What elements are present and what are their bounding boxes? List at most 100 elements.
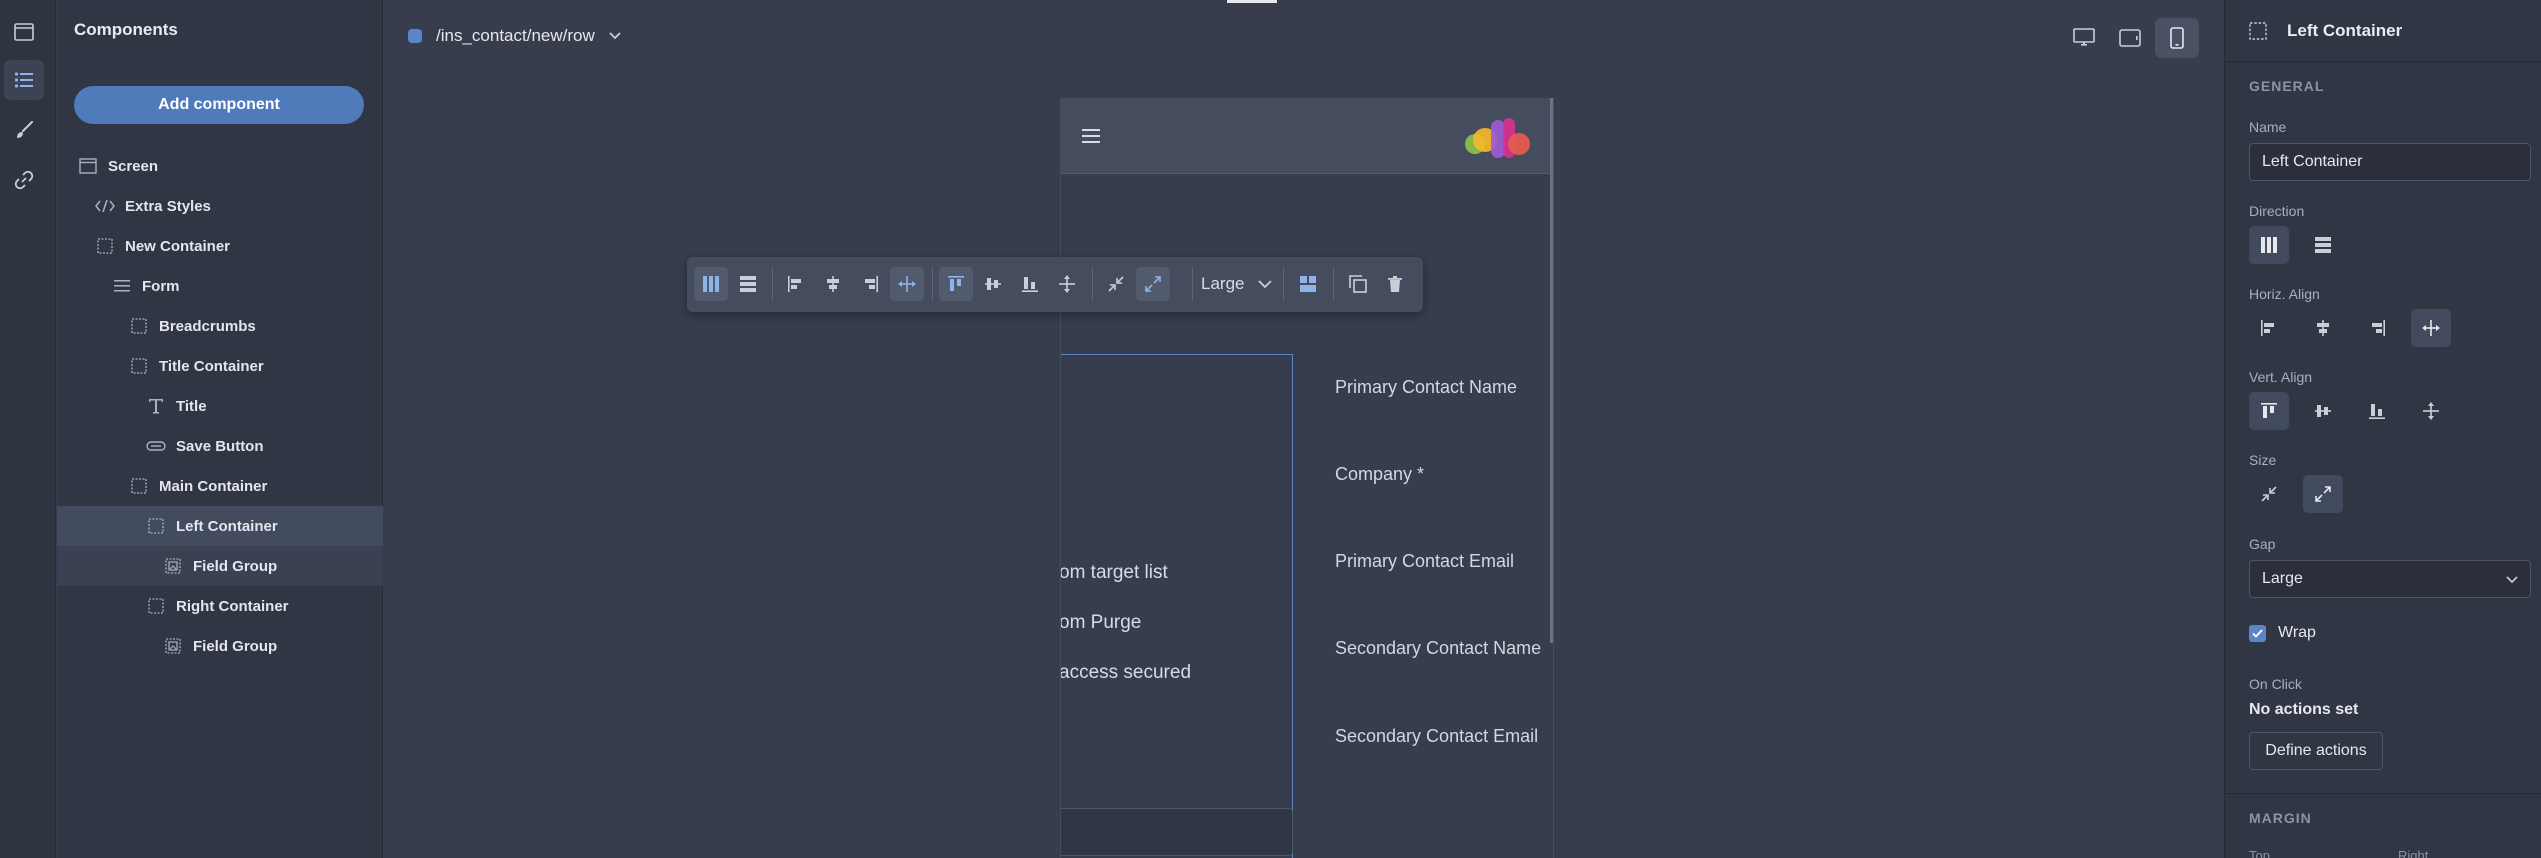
tree-item-save-button[interactable]: Save Button xyxy=(57,426,383,466)
align-stretch-icon[interactable] xyxy=(2411,309,2451,347)
direction-rows-icon[interactable] xyxy=(2303,226,2343,264)
align-right-icon[interactable] xyxy=(2357,309,2397,347)
margin-section-title: MARGIN xyxy=(2249,810,2312,826)
valign-stretch-icon[interactable] xyxy=(2411,392,2451,430)
wrap-label: Wrap xyxy=(2278,624,2316,641)
shrink-icon[interactable] xyxy=(1099,267,1133,301)
tree-item-label: Main Container xyxy=(159,477,268,495)
link-icon[interactable] xyxy=(4,160,44,200)
direction-columns-icon[interactable] xyxy=(694,267,728,301)
field-label: Secondary Contact Email xyxy=(1335,726,1539,746)
tree-item-new-container[interactable]: New Container xyxy=(57,226,383,266)
text-icon xyxy=(146,396,166,416)
app: Components Add component Screen Extra St… xyxy=(0,0,2541,858)
top-marker xyxy=(1227,0,1277,3)
hamburger-icon[interactable] xyxy=(1082,128,1100,144)
add-component-button[interactable]: Add component xyxy=(74,86,364,124)
preview-navbar xyxy=(1061,98,1553,174)
grow-icon[interactable] xyxy=(1136,267,1170,301)
valign-bottom-icon[interactable] xyxy=(1013,267,1047,301)
inspector-panel: Left Container GENERAL Name Left Contain… xyxy=(2224,0,2541,858)
general-section-title: GENERAL xyxy=(2249,78,2325,94)
section-divider xyxy=(2225,793,2541,794)
direction-columns-icon[interactable] xyxy=(2249,226,2289,264)
gap-dropdown[interactable]: Large xyxy=(1201,267,1273,301)
valign-middle-icon[interactable] xyxy=(976,267,1010,301)
tree-item-title-container[interactable]: Title Container xyxy=(57,346,383,386)
inspector-header: Left Container xyxy=(2225,0,2541,62)
tablet-icon[interactable] xyxy=(2108,18,2152,58)
define-actions-button[interactable]: Define actions xyxy=(2249,732,2383,770)
field-label: Primary Contact Email xyxy=(1335,551,1515,571)
duplicate-icon[interactable] xyxy=(1341,267,1375,301)
align-stretch-icon[interactable] xyxy=(890,267,924,301)
gap-value: Large xyxy=(1201,274,1245,293)
container-icon xyxy=(129,356,149,376)
tree-item-label: New Container xyxy=(125,237,231,255)
tree-item-label: Screen xyxy=(108,157,159,175)
align-left-icon[interactable] xyxy=(779,267,813,301)
icon-rail xyxy=(0,0,56,858)
screen-icon xyxy=(78,156,98,176)
container-icon xyxy=(129,316,149,336)
tree-item-extra-styles[interactable]: Extra Styles xyxy=(57,186,383,226)
logo-icon xyxy=(1465,114,1531,158)
wrap-checkbox[interactable] xyxy=(2249,624,2266,642)
layout-icon[interactable] xyxy=(4,12,44,52)
preview-text: om Purge xyxy=(1060,612,1142,633)
valign-top-icon[interactable] xyxy=(939,267,973,301)
brush-icon[interactable] xyxy=(4,110,44,150)
align-center-icon[interactable] xyxy=(816,267,850,301)
preview-scrollbar[interactable] xyxy=(1550,98,1553,643)
grow-icon[interactable] xyxy=(2303,475,2343,513)
mobile-icon[interactable] xyxy=(2155,18,2199,58)
gap-label: Gap xyxy=(2249,536,2276,552)
field-label: Primary Contact Name xyxy=(1335,377,1518,397)
tree-item-label: Field Group xyxy=(193,557,278,575)
tree-item-breadcrumbs[interactable]: Breadcrumbs xyxy=(57,306,383,346)
preview-text: om target list xyxy=(1060,562,1168,583)
list-icon[interactable] xyxy=(4,60,44,100)
vert-align-label: Vert. Align xyxy=(2249,369,2313,385)
form-icon xyxy=(112,276,132,296)
route-selector[interactable]: /ins_contact/new/row xyxy=(408,26,621,46)
route-path: /ins_contact/new/row xyxy=(436,26,595,45)
align-right-icon[interactable] xyxy=(853,267,887,301)
left-container-outline[interactable] xyxy=(1061,354,1293,858)
field-label: Company * xyxy=(1335,464,1425,484)
chevron-down-icon xyxy=(2506,576,2518,584)
name-label: Name xyxy=(2249,119,2287,135)
tree-item-main-container[interactable]: Main Container xyxy=(57,466,383,506)
code-icon xyxy=(95,196,115,216)
delete-icon[interactable] xyxy=(1378,267,1412,301)
desktop-icon[interactable] xyxy=(2062,18,2106,58)
valign-top-icon[interactable] xyxy=(2249,392,2289,430)
wrap-checkbox-row[interactable]: Wrap xyxy=(2249,624,2316,642)
valign-stretch-icon[interactable] xyxy=(1050,267,1084,301)
valign-bottom-icon[interactable] xyxy=(2357,392,2397,430)
tree-item-label: Extra Styles xyxy=(125,197,211,215)
name-input[interactable]: Left Container xyxy=(2249,143,2531,181)
tree-item-title[interactable]: Title xyxy=(57,386,383,426)
align-left-icon[interactable] xyxy=(2249,309,2289,347)
canvas: /ins_contact/new/row om target list om P… xyxy=(384,0,2224,858)
tree-item-label: Title Container xyxy=(159,357,264,375)
layout-grid-icon[interactable] xyxy=(1291,267,1325,301)
valign-middle-icon[interactable] xyxy=(2303,392,2343,430)
tree-item-label: Left Container xyxy=(176,517,278,535)
tree-item-form[interactable]: Form xyxy=(57,266,383,306)
tree-item-field-group[interactable]: Field Group xyxy=(57,626,383,666)
container-icon xyxy=(95,236,115,256)
gap-select[interactable]: Large xyxy=(2249,560,2531,598)
preview-input[interactable] xyxy=(1061,808,1293,856)
tree-item-field-group[interactable]: Field Group xyxy=(57,546,383,586)
direction-rows-icon[interactable] xyxy=(731,267,765,301)
field-label: Secondary Contact Name xyxy=(1335,638,1542,658)
tree-item-right-container[interactable]: Right Container xyxy=(57,586,383,626)
container-icon xyxy=(146,516,166,536)
align-center-icon[interactable] xyxy=(2303,309,2343,347)
tree-item-left-container[interactable]: Left Container xyxy=(57,506,383,546)
tree-item-screen[interactable]: Screen xyxy=(57,146,383,186)
route-dot xyxy=(408,29,422,43)
shrink-icon[interactable] xyxy=(2249,475,2289,513)
